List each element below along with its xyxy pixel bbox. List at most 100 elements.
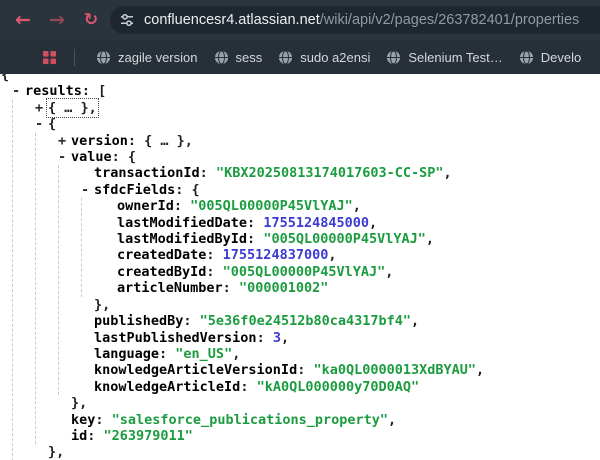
comma: , xyxy=(411,313,419,329)
json-key: articleNumber xyxy=(117,280,223,296)
collapsed-object[interactable]: { … }, xyxy=(48,100,97,116)
comma: , xyxy=(369,215,377,231)
json-close-line: }, xyxy=(58,395,600,411)
collapse-toggle[interactable]: - xyxy=(12,83,25,99)
comma: , xyxy=(353,198,361,214)
json-key: lastModifiedById xyxy=(117,231,247,247)
open-bracket: [ xyxy=(98,83,106,99)
bookmark-item[interactable]: sess xyxy=(214,50,263,65)
colon: : xyxy=(206,264,222,280)
collapsed-object[interactable]: { … }, xyxy=(144,133,193,149)
globe-icon xyxy=(278,50,293,65)
json-node: id: "263979011" xyxy=(58,428,600,444)
bookmark-item[interactable]: sudo a2ensi xyxy=(278,50,370,65)
close-bracket: }, xyxy=(94,297,110,313)
json-node: -sfdcFields: {ownerId: "005QL00000P45VlY… xyxy=(81,182,600,313)
globe-icon xyxy=(96,50,111,65)
bookmark-item[interactable]: Develo xyxy=(519,50,581,65)
json-node: knowledgeArticleId: "kA0QL000000y70D0AQ" xyxy=(81,379,600,395)
json-children: ownerId: "005QL00000P45VlYAJ", lastModifi… xyxy=(81,198,600,296)
open-bracket: { xyxy=(48,116,56,132)
json-key: id xyxy=(71,428,87,444)
globe-icon xyxy=(519,50,534,65)
json-node: createdDate: 1755124837000, xyxy=(104,247,600,263)
url-path: /wiki/api/v2/pages/263782401/properties xyxy=(320,12,580,28)
json-children: +{ … },-{+version: { … },-value: {transa… xyxy=(12,100,600,460)
json-node: -results: [+{ … },-{+version: { … },-val… xyxy=(12,83,600,460)
json-close-line: }, xyxy=(81,297,600,313)
comma: , xyxy=(328,247,336,263)
bookmark-label: sess xyxy=(236,50,263,65)
comma: , xyxy=(388,412,396,428)
colon: : xyxy=(87,428,103,444)
forward-button[interactable]: → xyxy=(42,0,72,40)
bookmarks-list: zagile version sess sudo a2ensi Selenium Te… xyxy=(88,50,589,65)
back-button[interactable]: ← xyxy=(8,0,38,40)
json-root-children: -results: [+{ … },-{+version: { … },-val… xyxy=(1,83,600,460)
comma: , xyxy=(444,165,452,181)
bookmark-item[interactable]: Selenium Test… xyxy=(386,50,502,65)
collapse-toggle[interactable]: + xyxy=(35,100,48,116)
json-key: sfdcFields xyxy=(94,182,175,198)
json-node: -value: {transactionId: "KBX202508131740… xyxy=(58,149,600,412)
collapse-toggle[interactable]: - xyxy=(58,149,71,165)
json-line: publishedBy: "5e36f0e24512b80ca4317bf4", xyxy=(81,313,600,329)
open-bracket: { xyxy=(1,74,9,83)
address-bar[interactable]: confluencesr4.atlassian.net/wiki/api/v2/… xyxy=(110,6,600,34)
json-children: transactionId: "KBX20250813174017603-CC-… xyxy=(58,165,600,395)
json-close-line: }, xyxy=(35,444,600,460)
colon: : xyxy=(82,83,98,99)
json-line: ownerId: "005QL00000P45VlYAJ", xyxy=(104,198,600,214)
json-node: createdById: "005QL00000P45VlYAJ", xyxy=(104,264,600,280)
json-value-string: "KBX20250813174017603-CC-SP" xyxy=(216,165,444,181)
json-value-string: "005QL00000P45VlYAJ" xyxy=(263,231,426,247)
json-root-open: { xyxy=(1,74,600,83)
collapse-toggle[interactable]: + xyxy=(58,133,71,149)
colon: : xyxy=(240,379,256,395)
json-line: key: "salesforce_publications_property", xyxy=(58,412,600,428)
json-line: knowledgeArticleId: "kA0QL000000y70D0AQ" xyxy=(81,379,600,395)
bookmark-label: Selenium Test… xyxy=(408,50,502,65)
json-key: key xyxy=(71,412,95,428)
bookmark-label: sudo a2ensi xyxy=(300,50,370,65)
globe-icon xyxy=(386,50,401,65)
json-value-string: "005QL00000P45VlYAJ" xyxy=(190,198,353,214)
json-value-string: "5e36f0e24512b80ca4317bf4" xyxy=(200,313,411,329)
json-line: lastModifiedById: "005QL00000P45VlYAJ", xyxy=(104,231,600,247)
site-permissions-icon[interactable] xyxy=(119,12,135,28)
json-line: lastPublishedVersion: 3, xyxy=(81,330,600,346)
json-node: transactionId: "KBX20250813174017603-CC-… xyxy=(81,165,600,181)
comma: , xyxy=(281,330,289,346)
json-value-string: "ka0QL0000013XdBYAU" xyxy=(313,362,476,378)
json-key: createdDate xyxy=(117,247,206,263)
comma: , xyxy=(426,231,434,247)
json-line: createdDate: 1755124837000, xyxy=(104,247,600,263)
json-line: -value: { xyxy=(58,149,600,165)
colon: : xyxy=(174,198,190,214)
bookmark-label: zagile version xyxy=(118,50,198,65)
json-value-string: "005QL00000P45VlYAJ" xyxy=(223,264,386,280)
json-line: -{ xyxy=(35,116,600,132)
json-key: knowledgeArticleVersionId xyxy=(94,362,297,378)
comma: , xyxy=(476,362,484,378)
colon: : xyxy=(159,346,175,362)
comma: , xyxy=(232,346,240,362)
colon: : xyxy=(183,313,199,329)
collapse-toggle[interactable]: - xyxy=(81,182,94,198)
json-line: id: "263979011" xyxy=(58,428,600,444)
json-node: +{ … }, xyxy=(35,100,600,116)
json-line: transactionId: "KBX20250813174017603-CC-… xyxy=(81,165,600,181)
colon: : xyxy=(112,149,128,165)
json-key: knowledgeArticleId xyxy=(94,379,240,395)
bookmark-label: Develo xyxy=(541,50,581,65)
apps-grid-icon[interactable] xyxy=(42,50,57,65)
json-key: results xyxy=(25,83,82,99)
json-node: ownerId: "005QL00000P45VlYAJ", xyxy=(104,198,600,214)
bookmarks-bar: zagile version sess sudo a2ensi Selenium Te… xyxy=(0,40,600,74)
bookmark-item[interactable]: zagile version xyxy=(96,50,198,65)
browser-toolbar: ← → ↻ confluencesr4.atlassian.net/wiki/a… xyxy=(0,0,600,40)
reload-button[interactable]: ↻ xyxy=(76,0,106,40)
json-key: version xyxy=(71,133,128,149)
colon: : xyxy=(128,133,144,149)
collapse-toggle[interactable]: - xyxy=(35,116,48,132)
